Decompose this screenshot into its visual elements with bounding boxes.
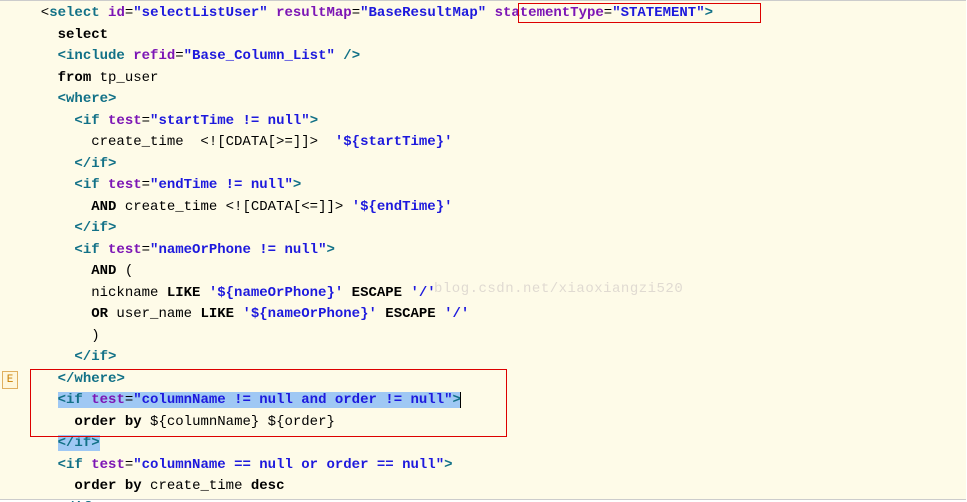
gutter-error-marker: E — [2, 371, 18, 389]
text-cursor — [460, 392, 461, 408]
code-editor[interactable]: E blog.csdn.net/xiaoxiangzi520 <select i… — [0, 0, 966, 500]
code-block[interactable]: <select id="selectListUser" resultMap="B… — [0, 1, 966, 502]
